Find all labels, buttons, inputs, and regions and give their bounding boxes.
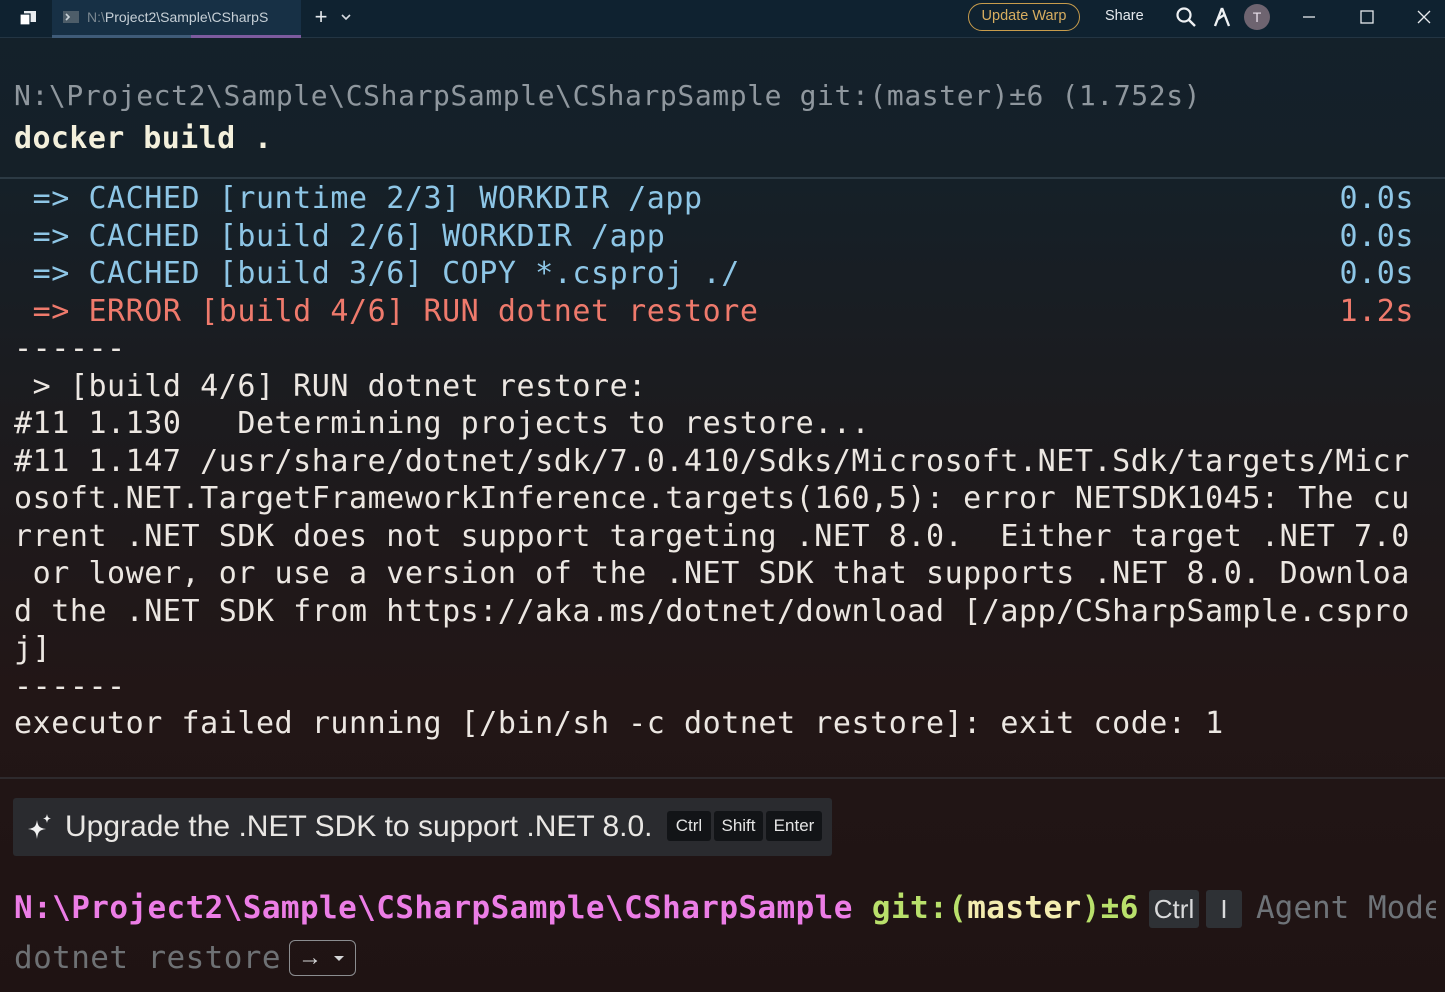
output-line: #11 1.147 /usr/share/dotnet/sdk/7.0.410/…: [14, 443, 1434, 481]
output-line: d the .NET SDK from https://aka.ms/dotne…: [14, 593, 1434, 631]
tab-terminal[interactable]: N:\Project2\Sample\CSharpS: [52, 0, 301, 38]
output-line: => CACHED [build 2/6] WORKDIR /app 0.0s: [14, 218, 1434, 256]
output-line-text: ------: [14, 668, 126, 704]
output-line: rrent .NET SDK does not support targetin…: [14, 518, 1434, 556]
output-line-text: rrent .NET SDK does not support targetin…: [14, 518, 1410, 554]
output-line: j]: [14, 630, 1434, 668]
output-line-text: > [build 4/6] RUN dotnet restore:: [14, 368, 647, 404]
update-warp-button[interactable]: Update Warp: [968, 3, 1080, 31]
search-icon[interactable]: [1175, 6, 1197, 28]
terminal-icon: [63, 11, 79, 23]
block-output[interactable]: => CACHED [runtime 2/3] WORKDIR /app 0.0s…: [14, 180, 1434, 743]
output-line-text: => CACHED [runtime 2/3] WORKDIR /app: [14, 181, 703, 216]
output-line: executor failed running [/bin/sh -c dotn…: [14, 705, 1434, 743]
prompt-path: N:\Project2\Sample\CSharpSample\CSharpSa…: [14, 890, 853, 926]
tab-title: N:\Project2\Sample\CSharpS: [87, 9, 292, 25]
output-line-duration: 1.2s: [1339, 293, 1414, 329]
output-line-text: d the .NET SDK from https://aka.ms/dotne…: [14, 593, 1410, 629]
tab-accent-bar: [191, 35, 301, 38]
avatar[interactable]: T: [1244, 4, 1270, 30]
share-button[interactable]: Share: [1105, 8, 1144, 24]
tab-title-prefix: N:\: [87, 9, 105, 25]
output-line-text: or lower, or use a version of the .NET S…: [14, 556, 1410, 591]
output-line: => ERROR [build 4/6] RUN dotnet restore 1…: [14, 293, 1434, 331]
output-line-text: #11 1.130 Determining projects to restor…: [14, 406, 871, 441]
minimize-icon[interactable]: [1298, 6, 1320, 28]
suggestion-text: Upgrade the .NET SDK to support .NET 8.0…: [65, 810, 653, 843]
block-command[interactable]: docker build .: [14, 121, 272, 156]
maximize-icon[interactable]: [1356, 6, 1378, 28]
output-line: => CACHED [runtime 2/3] WORKDIR /app 0.0s: [14, 180, 1434, 218]
agent-shortcut-ctrl: Ctrl: [1149, 890, 1199, 928]
command-input[interactable]: dotnet restore: [14, 940, 281, 976]
chevron-down-icon[interactable]: [339, 10, 353, 24]
output-line-text: #11 1.147 /usr/share/dotnet/sdk/7.0.410/…: [14, 443, 1410, 479]
output-line-duration: 0.0s: [1339, 218, 1414, 254]
warp-logo-icon[interactable]: [18, 9, 38, 27]
agent-mode-hint[interactable]: Agent Mode: [1256, 890, 1436, 926]
prompt-git-prefix: git:(: [852, 890, 968, 926]
ai-suggestion-chip[interactable]: Upgrade the .NET SDK to support .NET 8.0…: [13, 798, 832, 856]
output-line-duration: 0.0s: [1339, 256, 1414, 291]
tab-title-path: Project2\Sample\CSharpS: [104, 9, 269, 25]
output-line-text: => CACHED [build 2/6] WORKDIR /app: [14, 218, 666, 254]
output-line-text: => CACHED [build 3/6] COPY *.csproj ./: [14, 256, 740, 291]
accept-suggestion-button[interactable]: →: [289, 940, 356, 976]
caret-down-icon: [334, 956, 344, 961]
prompt-git-suffix: )±6: [1081, 890, 1139, 926]
output-line: ------: [14, 330, 1434, 368]
output-line: osoft.NET.TargetFrameworkInference.targe…: [14, 480, 1434, 518]
output-line-duration: 0.0s: [1339, 181, 1414, 216]
output-line: ------: [14, 668, 1434, 706]
new-tab-button[interactable]: +: [311, 6, 331, 28]
output-line-text: ------: [14, 331, 126, 366]
block-header-divider: [0, 177, 1445, 179]
prompt-branch: master: [967, 890, 1082, 926]
shortcut-key-ctrl: Ctrl: [667, 811, 711, 841]
block-divider: [0, 777, 1445, 779]
output-line: > [build 4/6] RUN dotnet restore:: [14, 368, 1434, 406]
input-prompt: N:\Project2\Sample\CSharpSample\CSharpSa…: [14, 890, 1139, 926]
output-line-text: osoft.NET.TargetFrameworkInference.targe…: [14, 481, 1410, 516]
agent-icon[interactable]: [1212, 6, 1232, 28]
arrow-right-icon: →: [298, 944, 322, 971]
output-line-text: executor failed running [/bin/sh -c dotn…: [14, 706, 1224, 741]
agent-shortcut-i: I: [1206, 890, 1242, 928]
block-prompt: N:\Project2\Sample\CSharpSample\CSharpSa…: [14, 79, 1202, 112]
sparkle-icon: [28, 814, 51, 839]
title-bar: N:\Project2\Sample\CSharpS + Update Warp…: [0, 0, 1445, 38]
output-line: #11 1.130 Determining projects to restor…: [14, 405, 1434, 443]
output-line-text: j]: [14, 631, 52, 666]
output-line: or lower, or use a version of the .NET S…: [14, 555, 1434, 593]
output-line-text: => ERROR [build 4/6] RUN dotnet restore: [14, 293, 759, 329]
shortcut-key-enter: Enter: [766, 811, 822, 841]
close-icon[interactable]: [1413, 6, 1435, 28]
output-line: => CACHED [build 3/6] COPY *.csproj ./ 0.…: [14, 255, 1434, 293]
shortcut-key-shift: Shift: [714, 811, 763, 841]
terminal-window: N:\Project2\Sample\CSharpS + Update Warp…: [0, 0, 1445, 992]
